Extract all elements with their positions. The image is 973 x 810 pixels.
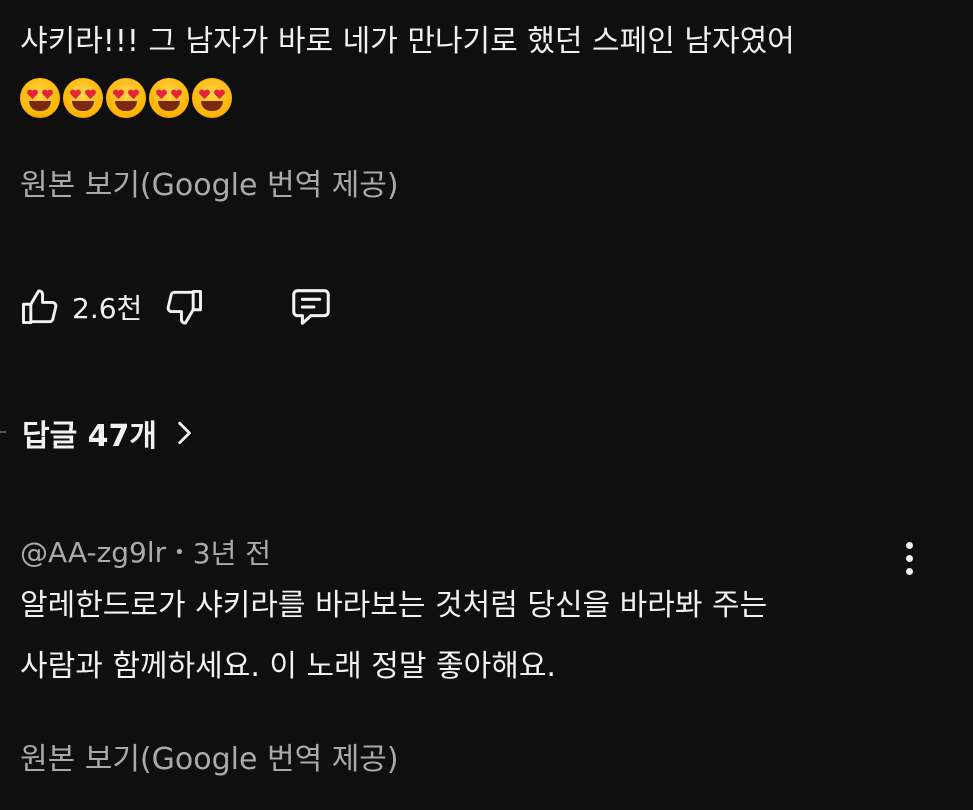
- more-dot-icon: [905, 541, 913, 549]
- comment2-text-line2: 사람과 함께하세요. 이 노래 정말 좋아해요.: [20, 649, 556, 684]
- comment-icon: [292, 289, 331, 325]
- comment1-see-original-link[interactable]: 원본 보기(Google 번역 제공): [20, 160, 399, 204]
- comment2-timestamp: 3년 전: [192, 537, 272, 570]
- chevron-right-icon: [178, 421, 191, 445]
- meta-separator: •: [174, 541, 185, 563]
- comment2-text-line1: 알레한드로가 샤키라를 바라보는 것처럼 당신을 바라봐 주는: [20, 588, 768, 623]
- more-dot-icon: [905, 554, 913, 562]
- heart-eyes-emoji-icon: [106, 78, 146, 118]
- heart-eyes-emoji-icon: [63, 78, 103, 118]
- comment1-text: 샤키라!!! 그 남자가 바로 네가 만나기로 했던 스페인 남자였어: [20, 24, 795, 59]
- heart-eyes-emoji-icon: [149, 78, 189, 118]
- comment1-emoji-row: [20, 78, 235, 118]
- reply-button[interactable]: [288, 282, 334, 332]
- replies-count-label: 답글 47개: [22, 419, 157, 454]
- view-replies-button[interactable]: 답글 47개: [22, 412, 197, 454]
- thumbs-up-icon: [22, 289, 58, 325]
- dislike-button[interactable]: [162, 282, 206, 332]
- comment1-action-bar: 2.6천: [18, 282, 334, 332]
- comment2-more-button[interactable]: [894, 533, 924, 583]
- thumbs-down-icon: [166, 289, 203, 325]
- comment2-author[interactable]: @AA-zg9lr: [20, 536, 166, 569]
- heart-eyes-emoji-icon: [192, 78, 232, 118]
- comment2-see-original-link[interactable]: 원본 보기(Google 번역 제공): [20, 734, 399, 778]
- comment2-header: @AA-zg9lr • 3년 전: [20, 532, 271, 572]
- heart-eyes-emoji-icon: [20, 78, 60, 118]
- like-button[interactable]: 2.6천: [18, 282, 142, 332]
- comment1-more-button[interactable]: [895, 0, 925, 12]
- more-dot-icon: [905, 567, 913, 575]
- like-count: 2.6천: [72, 292, 143, 325]
- thread-connector-line: [0, 431, 6, 433]
